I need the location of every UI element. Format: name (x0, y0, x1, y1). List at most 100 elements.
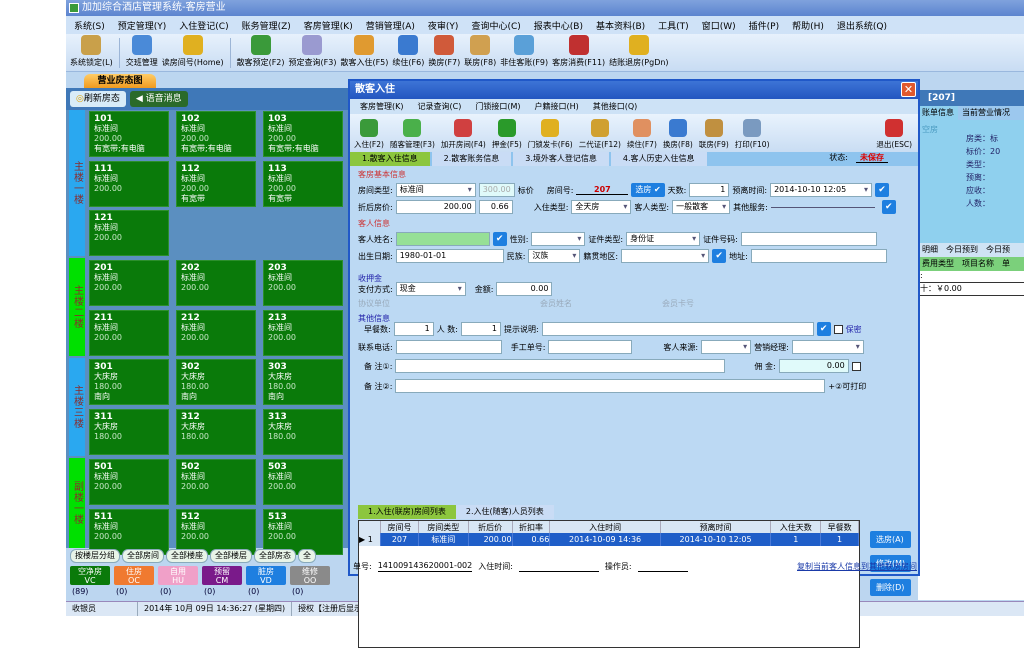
note1-input[interactable] (395, 359, 726, 373)
room-card[interactable]: 213 标准间 200.00 (263, 310, 343, 356)
name-confirm-icon[interactable]: ✔ (492, 232, 507, 246)
id-number-input[interactable] (740, 232, 877, 246)
secret-checkbox[interactable] (833, 324, 843, 334)
dialog-tab[interactable]: 3.境外客人登记信息 (513, 152, 609, 166)
dialog-toolbar-button[interactable]: 联房(F9) (699, 119, 729, 150)
toolbar-button[interactable]: 客房消费(F11) (552, 35, 605, 68)
deposit-amount-input[interactable]: 0.00 (496, 282, 553, 296)
persons-stepper[interactable]: 1 (460, 322, 501, 336)
dialog-toolbar-button[interactable]: 打印(F10) (735, 119, 770, 150)
menu-item[interactable]: 帮助(H) (792, 19, 824, 32)
dialog-toolbar-button[interactable]: 入住(F2) (354, 119, 384, 150)
toolbar-button[interactable]: 预定查询(F3) (289, 35, 336, 68)
floor-label[interactable]: 副楼一楼 (69, 458, 85, 548)
dialog-tab[interactable]: 4.客人历史入住信息 (610, 152, 707, 166)
birth-date-field[interactable]: 1980-01-01 (395, 249, 504, 263)
room-card[interactable]: 211 标准间 200.00 (89, 310, 169, 356)
dialog-toolbar-button[interactable]: 二代证(F12) (579, 119, 621, 150)
toolbar-button[interactable]: 散客入住(F5) (340, 35, 388, 68)
room-card[interactable]: 503 标准间 200.00 (263, 459, 343, 505)
room-card[interactable]: 102 标准间 200.00 有宽带;有电脑 (176, 111, 256, 157)
guest-type-select[interactable]: 一般散客 (672, 200, 731, 214)
room-card[interactable]: 212 标准间 200.00 (176, 310, 256, 356)
dialog-toolbar-button[interactable]: 门锁发卡(F6) (528, 119, 573, 150)
legend-vd[interactable]: 脏房 VD (246, 566, 286, 585)
group-button[interactable]: 全部房态 (254, 549, 296, 563)
table-row[interactable]: ▶ 1 207 标准间 200.00 0.66 2014-10-09 14:36 2014-… (359, 533, 859, 546)
room-card[interactable]: 101 标准间 200.00 有宽带;有电脑 (89, 111, 169, 157)
legend-vc[interactable]: 空净房 VC (70, 566, 110, 585)
legend-hu[interactable]: 自用 HU (158, 566, 198, 585)
days-stepper[interactable]: 1 (689, 183, 730, 197)
group-button[interactable]: 全部房间 (122, 549, 164, 563)
other-service-field[interactable] (770, 206, 875, 208)
toolbar-button[interactable]: 散客预定(F2) (237, 35, 285, 68)
commission-checkbox[interactable] (851, 361, 861, 371)
menu-item[interactable]: 夜审(Y) (428, 19, 459, 32)
room-card[interactable]: 202 标准间 200.00 (176, 260, 256, 306)
dialog-menu-item[interactable]: 户籍接口(H) (534, 99, 578, 114)
room-card[interactable]: 501 标准间 200.00 (89, 459, 169, 505)
menu-item[interactable]: 客房管理(K) (304, 19, 353, 32)
room-card[interactable]: 103 标准间 200.00 有宽带;有电脑 (263, 111, 343, 157)
nation-select[interactable]: 汉族 (528, 249, 581, 263)
group-button[interactable]: 全部楼座 (166, 549, 208, 563)
detail-tab[interactable]: 今日预 (982, 243, 1014, 257)
tip-input[interactable] (541, 322, 814, 336)
dialog-toolbar-button[interactable]: 续住(F7) (627, 119, 657, 150)
source-select[interactable] (701, 340, 752, 354)
list-tab[interactable]: 1.入住(联房)房间列表 (358, 505, 456, 519)
depart-time-field[interactable]: 2014-10-10 12:05 (770, 183, 873, 197)
copy-guest-link[interactable]: 复制当前客人信息到其他联房房间 (797, 561, 917, 572)
group-button[interactable]: 按楼层分组 (70, 549, 120, 563)
room-card[interactable]: 112 标准间 200.00 有宽带 (176, 161, 256, 207)
breakfast-stepper[interactable]: 1 (393, 322, 434, 336)
checkin-type-select[interactable]: 全天房 (571, 200, 632, 214)
discount-price-field[interactable]: 200.00 (395, 200, 476, 214)
discount-rate-field[interactable]: 0.66 (478, 200, 513, 214)
floor-label[interactable]: 主楼三楼 (69, 358, 85, 456)
commission-input[interactable]: 0.00 (778, 359, 849, 373)
room-card[interactable]: 203 标准间 200.00 (263, 260, 343, 306)
room-card[interactable]: 313 大床房 180.00 (263, 409, 343, 455)
menu-item[interactable]: 入住登记(C) (179, 19, 228, 32)
note2-input[interactable] (395, 379, 826, 393)
room-card[interactable]: 502 标准间 200.00 (176, 459, 256, 505)
address-input[interactable] (750, 249, 887, 263)
toolbar-button[interactable]: 结账退房(PgDn) (609, 35, 669, 68)
room-card[interactable]: 302 大床房 180.00 南向 (176, 359, 256, 405)
dialog-toolbar-button[interactable]: 退出(ESC) (876, 119, 912, 150)
floor-label[interactable]: 主楼一楼 (69, 110, 85, 256)
toolbar-button[interactable]: 非住客账(F9) (500, 35, 548, 68)
tab-bill-info[interactable]: 账单信息 (918, 106, 958, 120)
select-room-button[interactable]: 选房 ✔ (631, 183, 665, 197)
legend-cm[interactable]: 预留 CM (202, 566, 242, 585)
detail-tab[interactable]: 明细 (918, 243, 942, 257)
dialog-toolbar-button[interactable]: 随客管理(F3) (390, 119, 435, 150)
toolbar-button[interactable]: 续住(F6) (392, 35, 424, 68)
toolbar-button[interactable]: 换房(F7) (428, 35, 460, 68)
dialog-toolbar-button[interactable]: 加开房间(F4) (441, 119, 486, 150)
payment-select[interactable]: 现金 (395, 282, 466, 296)
room-card[interactable]: 113 标准间 200.00 有宽带 (263, 161, 343, 207)
dialog-toolbar-button[interactable]: 换房(F8) (663, 119, 693, 150)
other-service-icon[interactable]: ✔ (881, 200, 896, 214)
group-button[interactable]: 全 (298, 549, 316, 563)
room-card[interactable]: 121 标准间 200.00 (89, 210, 169, 256)
menu-item[interactable]: 基本资料(B) (596, 19, 645, 32)
tab-business[interactable]: 当前营业情况 (958, 106, 1014, 120)
gender-select[interactable] (531, 232, 586, 246)
legend-oc[interactable]: 住房 OC (114, 566, 154, 585)
toolbar-button[interactable]: 系统锁定(L) (70, 35, 113, 68)
close-icon[interactable]: ✕ (901, 82, 916, 97)
guest-name-input[interactable] (395, 232, 490, 246)
menu-item[interactable]: 营销管理(A) (366, 19, 415, 32)
room-card[interactable]: 201 标准间 200.00 (89, 260, 169, 306)
menu-item[interactable]: 插件(P) (749, 19, 779, 32)
room-card[interactable]: 301 大床房 180.00 南向 (89, 359, 169, 405)
dialog-menu-item[interactable]: 记录查询(C) (418, 99, 462, 114)
grid-button[interactable]: 删除(D) (870, 579, 912, 596)
room-type-select[interactable]: 标准间 (395, 183, 476, 197)
refresh-status-button[interactable]: ◎刷新房态 (70, 91, 126, 107)
group-button[interactable]: 全部楼层 (210, 549, 252, 563)
